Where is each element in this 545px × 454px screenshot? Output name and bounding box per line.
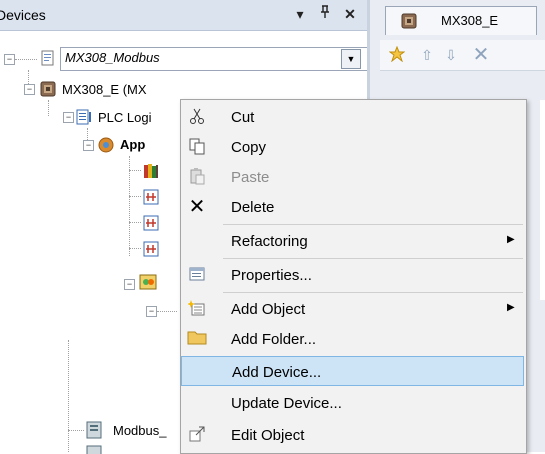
menu-item-label: Copy [231,139,267,156]
add-object-icon [187,299,207,319]
delete-icon[interactable]: ✕ [472,45,490,65]
tab-mx308-e[interactable]: MX308_E [385,6,537,35]
edit-object-icon [187,425,207,445]
menu-item-properties[interactable]: Properties... [181,260,524,290]
menu-item-label: Refactoring [231,233,308,250]
tab-label: MX308_E [441,13,499,28]
tree-connector [48,100,49,116]
menu-item-add-folder[interactable]: Add Folder... [181,324,524,354]
editor-content [540,100,545,300]
context-menu: Cut Copy Paste ✕ Delete Refactoring ▶ Pr… [180,99,527,454]
plc-logic-collapse-toggle[interactable]: − [63,112,74,123]
menu-item-cut[interactable]: Cut [181,102,524,132]
copy-icon [187,137,207,157]
application-gear-icon [96,135,116,155]
submenu-arrow-icon: ▶ [507,234,515,245]
folder-icon [187,329,207,349]
menu-item-update-device[interactable]: Update Device... [181,388,524,418]
menu-item-label: Add Folder... [231,331,317,348]
menu-item-label: Properties... [231,267,312,284]
pou-icon[interactable] [142,188,160,206]
panel-menu-dropdown-icon[interactable]: ▾ [290,4,310,24]
down-arrow-icon[interactable]: ⇩ [442,46,460,64]
task-collapse-toggle[interactable]: − [146,306,157,317]
star-icon[interactable] [388,45,406,64]
tree-node-application[interactable]: App [120,137,145,152]
tree-connector [68,430,84,431]
submenu-arrow-icon: ▶ [507,302,515,313]
tree-connector [129,248,141,249]
cut-icon [187,107,207,127]
chevron-down-icon[interactable]: ▼ [341,49,361,69]
modbus-device-icon[interactable] [85,444,105,454]
project-selector[interactable]: MX308_Modbus ▼ [60,47,368,71]
menu-item-label: Paste [231,169,270,186]
device-collapse-toggle[interactable]: − [24,84,35,95]
menu-item-label: Cut [231,109,255,126]
tree-connector [68,340,69,452]
device-icon [400,12,418,30]
pou-icon[interactable] [142,240,160,258]
tree-connector [129,196,141,197]
tree-connector [129,170,141,171]
menu-separator [223,258,523,259]
devices-panel-title: Devices [0,7,46,23]
project-icon [40,50,56,66]
menu-item-label: Add Object [231,301,306,318]
menu-item-refactoring[interactable]: Refactoring ▶ [181,226,524,256]
menu-item-label: Update Device... [231,395,342,412]
properties-icon [187,265,207,285]
tree-node-modbus[interactable]: Modbus_ [113,423,166,438]
pou-icon[interactable] [142,214,160,232]
tree-connector [129,222,141,223]
menu-item-add-device[interactable]: Add Device... [181,356,524,386]
menu-item-label: Delete [231,199,275,216]
tree-connector [129,156,130,256]
menu-separator [223,224,523,225]
task-config-collapse-toggle[interactable]: − [124,279,135,290]
tree-node-plc-logic[interactable]: PLC Logi [98,110,151,125]
device-icon [39,80,57,98]
close-panel-icon[interactable]: ✕ [340,4,360,24]
tree-node-device[interactable]: MX308_E (MX [62,82,147,97]
menu-item-label: Edit Object [231,427,305,444]
menu-item-copy[interactable]: Copy [181,132,524,162]
menu-separator [223,292,523,293]
paste-icon [187,167,207,187]
devices-panel-header: Devices ▾ ✕ [0,0,368,31]
up-arrow-icon[interactable]: ⇧ [418,46,436,64]
menu-item-label: Add Device... [232,364,322,381]
menu-item-paste[interactable]: Paste [181,162,524,192]
menu-item-edit-object[interactable]: Edit Object [181,420,524,450]
modbus-device-icon[interactable] [85,420,105,440]
tree-connector [157,311,177,312]
pin-icon[interactable] [315,4,335,24]
delete-icon: ✕ [188,196,206,218]
menu-item-delete[interactable]: ✕ Delete [181,192,524,222]
menu-item-add-object[interactable]: Add Object ▶ [181,294,524,324]
plc-logic-icon [76,108,94,126]
library-manager-icon[interactable] [142,162,160,180]
root-collapse-toggle[interactable]: − [4,54,15,65]
project-selector-value: MX308_Modbus [65,50,160,65]
tree-connector [15,59,37,60]
task-configuration-icon[interactable] [138,272,158,292]
application-collapse-toggle[interactable]: − [83,140,94,151]
